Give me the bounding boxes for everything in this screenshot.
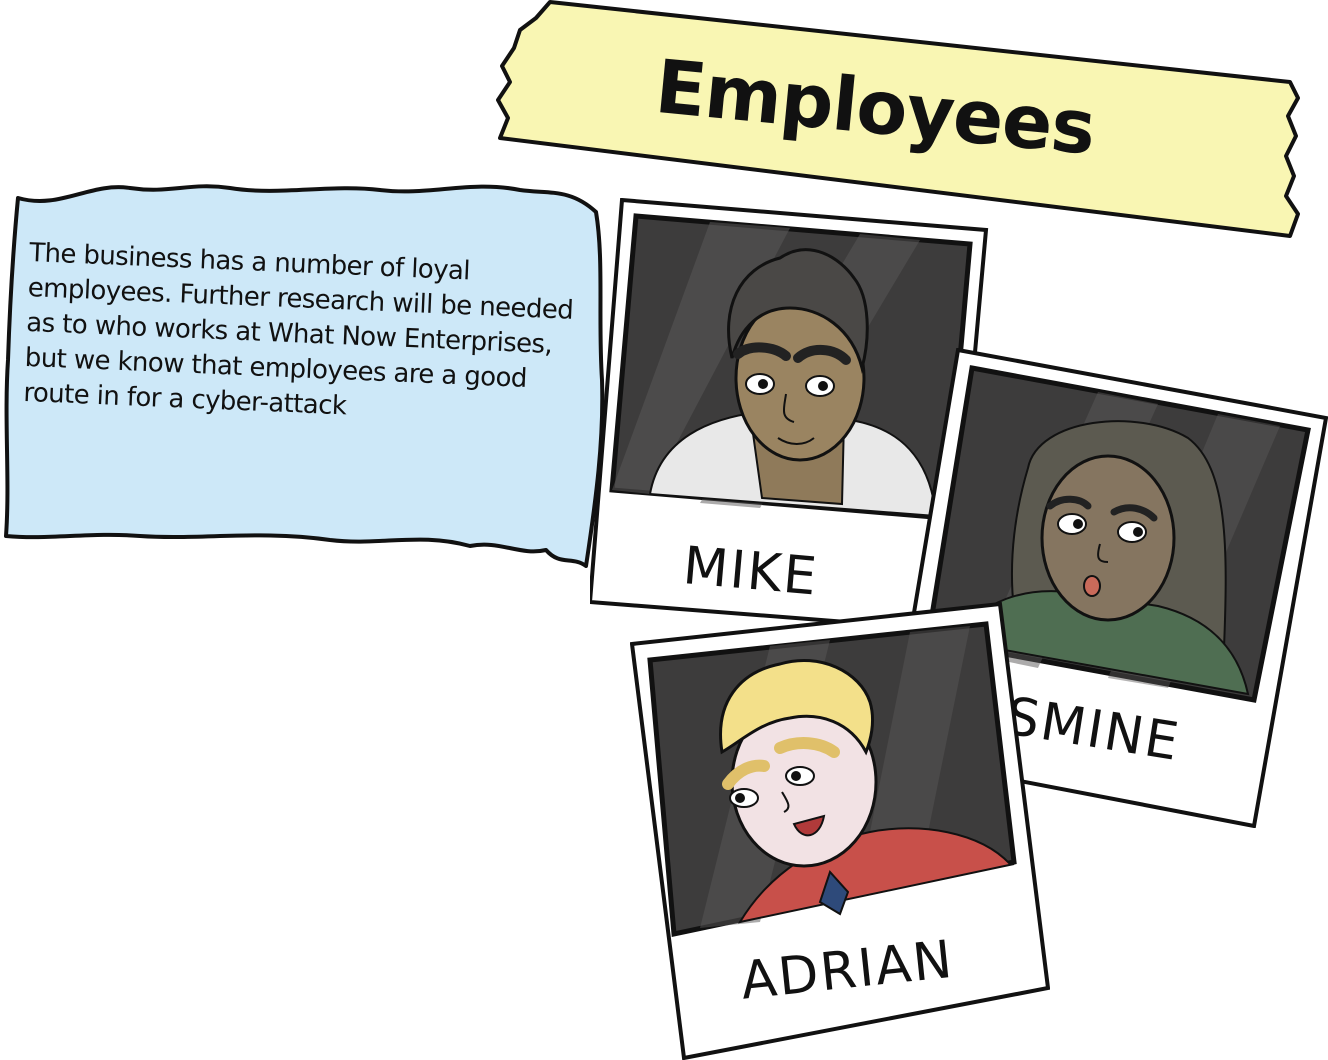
- info-text: The business has a number of loyal emplo…: [22, 237, 574, 422]
- employee-name-mike: MIKE: [680, 536, 821, 608]
- photo-card-adrian: ADRIAN: [630, 602, 1050, 1060]
